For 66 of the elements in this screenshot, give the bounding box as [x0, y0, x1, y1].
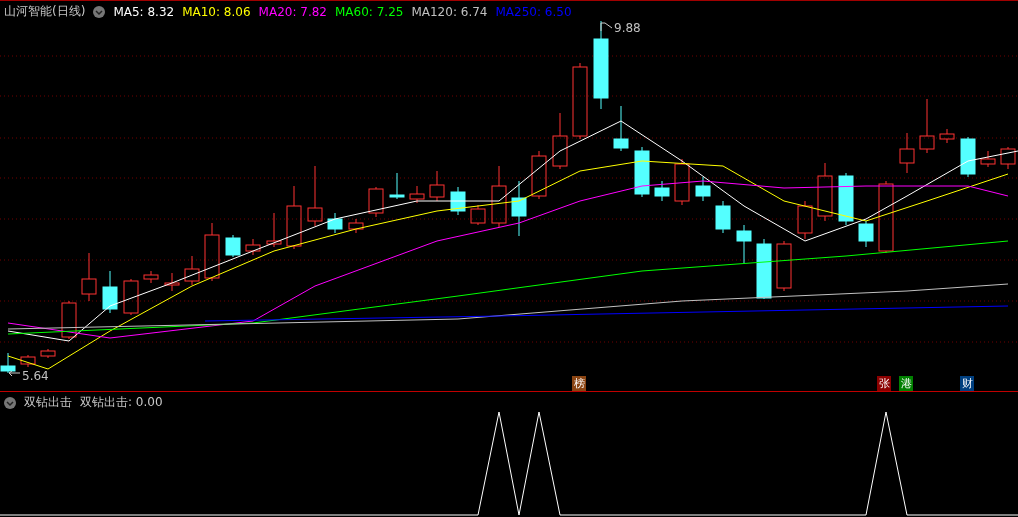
- candlestick: [20, 354, 36, 368]
- candlestick: [491, 165, 507, 228]
- event-marker[interactable]: 财: [960, 376, 974, 391]
- high-price-label: 9.88: [614, 21, 641, 35]
- candlestick: [531, 150, 547, 200]
- candlestick: [266, 212, 282, 248]
- candlestick: [0, 352, 16, 374]
- low-price-label: 5.64: [22, 369, 49, 383]
- candlestick: [817, 162, 833, 222]
- candlestick: [838, 172, 854, 226]
- candlestick: [960, 136, 976, 178]
- candlestick: [634, 146, 650, 198]
- candlestick: [858, 220, 874, 248]
- candlestick: [613, 105, 629, 152]
- candlestick: [307, 165, 323, 227]
- candlestick: [695, 176, 711, 202]
- candlestick: [348, 218, 364, 234]
- moving-average-value: MA10: 8.06: [182, 4, 251, 19]
- candlestick: [980, 150, 996, 168]
- dropdown-icon[interactable]: [93, 5, 106, 18]
- candlestick: [715, 200, 731, 234]
- candlestick: [797, 200, 813, 240]
- candlestick: [736, 224, 752, 264]
- candlestick: [1000, 146, 1016, 170]
- candlestick: [409, 185, 425, 204]
- moving-average-value: MA5: 8.32: [113, 4, 175, 19]
- chart-title: 山河智能(日线): [4, 3, 86, 20]
- candlestick: [81, 252, 97, 302]
- candlestick: [511, 180, 527, 237]
- candlestick: [40, 348, 56, 359]
- candlestick: [61, 300, 77, 340]
- candlestick: [143, 270, 159, 284]
- candlestick: [450, 186, 466, 216]
- candlestick: [654, 180, 670, 202]
- candlestick: [919, 98, 935, 154]
- moving-average-value: MA60: 7.25: [335, 4, 404, 19]
- leader-line: [600, 22, 613, 32]
- candlestick: [123, 278, 139, 316]
- moving-average-value: MA120: 6.74: [411, 4, 488, 19]
- candlestick: [429, 170, 445, 202]
- candlestick: [245, 238, 261, 256]
- candlestick: [286, 185, 302, 250]
- candlestick: [756, 238, 772, 300]
- event-marker[interactable]: 港: [899, 376, 913, 391]
- candlestick: [102, 270, 118, 314]
- candlestick: [164, 272, 180, 292]
- candlestick: [939, 128, 955, 144]
- candlestick: [552, 112, 568, 170]
- candlestick: [204, 222, 220, 282]
- candlestick: [899, 132, 915, 174]
- candlestick: [225, 234, 241, 258]
- indicator-value: 双钻出击: 0.00: [80, 394, 163, 411]
- candlestick: [389, 172, 405, 200]
- dropdown-icon[interactable]: [4, 396, 16, 409]
- candlestick: [184, 255, 200, 286]
- candlestick: [674, 158, 690, 206]
- moving-average-value: MA250: 6.50: [495, 4, 572, 19]
- candlestick: [368, 186, 384, 218]
- leader-line: [8, 370, 21, 377]
- moving-average-value: MA20: 7.82: [258, 4, 327, 19]
- indicator-title: 双钻出击: [24, 394, 72, 411]
- candlestick: [776, 240, 792, 292]
- event-marker[interactable]: 张: [877, 376, 891, 391]
- candlestick: [470, 204, 486, 226]
- event-marker[interactable]: 榜: [572, 376, 586, 391]
- candlestick: [327, 212, 343, 234]
